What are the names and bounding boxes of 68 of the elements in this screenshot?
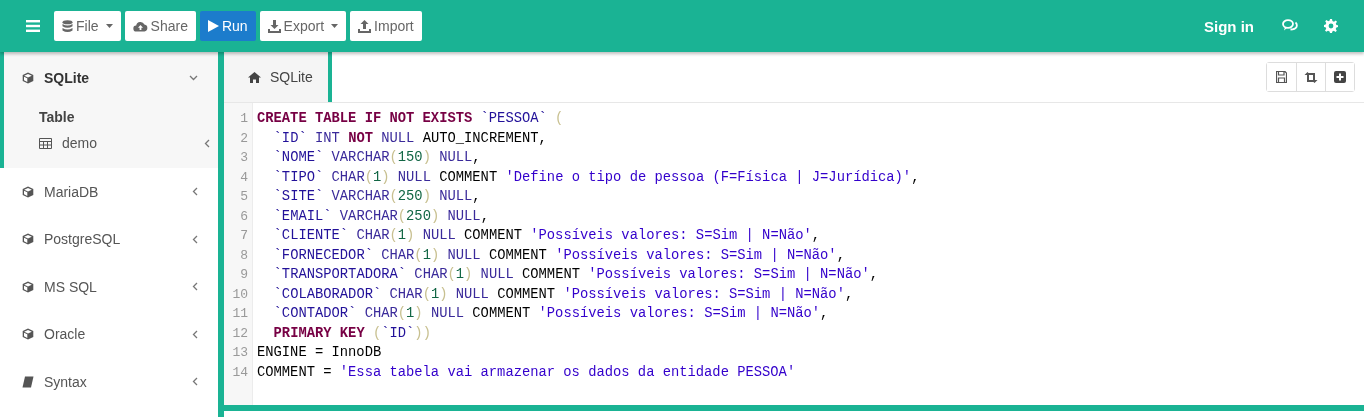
line-number: 9 bbox=[239, 266, 249, 284]
chevron-left-icon bbox=[192, 377, 198, 387]
chevron-left-icon bbox=[192, 329, 198, 339]
code-line: `NOME` VARCHAR(150) NULL, bbox=[272, 149, 482, 167]
database-icon bbox=[62, 19, 73, 33]
chevron-down-icon bbox=[189, 75, 198, 81]
code-line: `TIPO` CHAR(1) NULL COMMENT 'Define o tipo de pessoa (F=Física | J=Jurídica)', bbox=[272, 168, 920, 187]
code-line: `FORNECEDOR` CHAR(1) NULL COMMENT 'Possíveis valores: S=Sim | N=Não', bbox=[272, 246, 846, 265]
plus-square-icon bbox=[1334, 71, 1346, 83]
cloud-upload-icon bbox=[132, 20, 148, 32]
home-icon bbox=[248, 71, 261, 83]
book-icon bbox=[22, 375, 34, 388]
grid-icon bbox=[39, 137, 52, 149]
add-button[interactable] bbox=[1325, 63, 1354, 91]
code-line: `CLIENTE` CHAR(1) NULL COMMENT 'Possíveis valores: S=Sim | N=Não', bbox=[272, 227, 822, 245]
play-icon bbox=[207, 20, 219, 32]
code-line: `SITE` VARCHAR(250) NULL, bbox=[272, 188, 482, 206]
sidebar-item[interactable]: PostgreSQL bbox=[0, 215, 218, 263]
code-line: `EMAIL` VARCHAR(250) NULL, bbox=[272, 207, 490, 226]
line-number: 6 bbox=[239, 207, 249, 226]
line-number: 8 bbox=[239, 246, 249, 265]
cube-icon bbox=[22, 185, 34, 198]
line-number: 7 bbox=[239, 227, 249, 245]
line-number: 3 bbox=[239, 149, 249, 167]
code-line: CREATE TABLE IF NOT EXISTS `PESSOA` ( bbox=[257, 110, 565, 128]
line-number: 10 bbox=[231, 285, 249, 304]
chevron-left-icon bbox=[192, 187, 198, 197]
sidebar-item[interactable]: MariaDB bbox=[0, 168, 218, 216]
sidebar-item[interactable]: SQLite bbox=[4, 52, 218, 104]
section-heading: Table bbox=[38, 108, 76, 127]
code-line: ENGINE = InnoDB bbox=[257, 344, 383, 362]
upload-icon bbox=[358, 19, 372, 33]
sidebar-item[interactable]: MS SQL bbox=[0, 263, 218, 311]
code-line: `ID` INT NOT NULL AUTO_INCREMENT, bbox=[272, 129, 548, 148]
code-line: COMMENT = 'Essa tabela vai armazenar os dados da entidade PESSOA' bbox=[257, 363, 797, 382]
chevron-left-icon bbox=[204, 138, 210, 148]
line-number: 1 bbox=[239, 110, 249, 128]
line-number: 5 bbox=[239, 188, 249, 206]
download-icon bbox=[267, 19, 281, 33]
line-number: 2 bbox=[239, 129, 249, 148]
cube-icon bbox=[22, 72, 34, 84]
line-number: 12 bbox=[231, 324, 249, 343]
code-line: `CONTADOR` CHAR(1) NULL COMMENT 'Possíveis valores: S=Sim | N=Não', bbox=[272, 305, 830, 323]
cube-icon bbox=[22, 233, 34, 246]
line-number: 13 bbox=[231, 344, 249, 362]
menu-icon[interactable] bbox=[26, 20, 40, 32]
chevron-left-icon bbox=[192, 234, 198, 244]
line-number: 11 bbox=[231, 305, 249, 323]
share-button[interactable]: Share bbox=[124, 11, 196, 41]
line-number: 14 bbox=[231, 363, 249, 382]
code-line: `TRANSPORTADORA` CHAR(1) NULL COMMENT 'Possíveis valores: S=Sim | N=Não', bbox=[272, 266, 880, 284]
run-button[interactable]: Run bbox=[199, 11, 256, 41]
export-button[interactable]: Export bbox=[259, 11, 347, 41]
retweet-arrows-icon bbox=[1304, 71, 1318, 83]
import-button[interactable]: Import bbox=[350, 11, 422, 41]
table-item[interactable]: demo bbox=[4, 130, 218, 156]
editor-tab[interactable]: SQLite bbox=[224, 52, 332, 102]
sidebar-item[interactable]: Syntax bbox=[0, 358, 218, 406]
file-button[interactable]: File bbox=[54, 11, 121, 41]
code-line: PRIMARY KEY (`ID`)) bbox=[272, 324, 432, 343]
sidebar-item[interactable]: Oracle bbox=[0, 310, 218, 358]
cube-icon bbox=[22, 328, 34, 341]
chevron-left-icon bbox=[192, 282, 198, 292]
settings-icon[interactable] bbox=[1324, 19, 1338, 33]
code-line: `COLABORADOR` CHAR(1) NULL COMMENT 'Possíveis valores: S=Sim | N=Não', bbox=[272, 285, 855, 304]
line-number: 4 bbox=[239, 168, 249, 187]
cube-icon bbox=[22, 280, 34, 293]
chat-icon[interactable] bbox=[1282, 19, 1298, 33]
